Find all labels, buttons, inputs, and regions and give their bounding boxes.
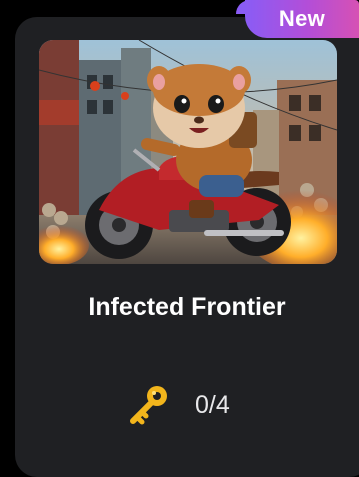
new-badge: New <box>245 0 359 38</box>
card-artwork[interactable] <box>39 40 337 264</box>
key-count: 0/4 <box>195 390 230 419</box>
key-icon <box>130 386 167 425</box>
card-title: Infected Frontier <box>88 293 286 321</box>
key-progress: 0/4 <box>127 380 230 430</box>
